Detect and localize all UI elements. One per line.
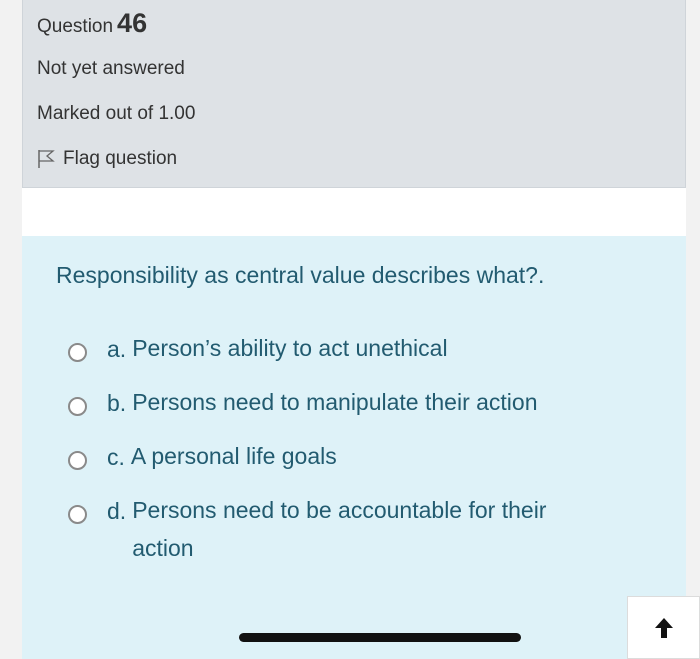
flag-icon — [38, 150, 55, 168]
flag-question-link[interactable]: Flag question — [37, 148, 177, 170]
answer-letter: b. — [107, 390, 127, 416]
answer-option-a[interactable]: a. Person’s ability to act unethical — [68, 335, 668, 367]
question-label: Question — [37, 16, 114, 37]
question-number-value: 46 — [117, 8, 148, 38]
answer-text: Persons need to be accountable for their… — [132, 497, 547, 561]
question-prompt: Responsibility as central value describe… — [56, 262, 545, 288]
answer-letter: c. — [107, 444, 125, 470]
radio-button[interactable] — [68, 397, 87, 416]
flag-question-label: Flag question — [63, 148, 178, 169]
radio-button[interactable] — [68, 505, 87, 524]
answer-text: Person’s ability to act unethical — [132, 335, 448, 361]
answer-text: A personal life goals — [130, 443, 337, 469]
question-state: Not yet answered — [37, 58, 185, 79]
answer-text: Persons need to manipulate their action — [132, 389, 538, 415]
answer-option-b[interactable]: b. Persons need to manipulate their acti… — [68, 389, 668, 421]
answer-letter: d. — [107, 498, 127, 524]
answer-option-c[interactable]: c. A personal life goals — [68, 443, 668, 475]
radio-button[interactable] — [68, 343, 87, 362]
separator — [22, 188, 686, 236]
question-content: Responsibility as central value describe… — [22, 236, 686, 659]
answer-letter: a. — [107, 336, 127, 362]
radio-button[interactable] — [68, 451, 87, 470]
question-grade: Marked out of 1.00 — [37, 103, 196, 124]
arrow-up-icon — [654, 617, 673, 638]
answer-list: a. Person’s ability to act unethical b. … — [68, 335, 668, 590]
answer-option-d[interactable]: d. Persons need to be accountable for th… — [68, 497, 668, 567]
question-info-panel: Question 46 Not yet answered Marked out o… — [22, 0, 686, 188]
home-indicator — [239, 633, 521, 642]
question-number: Question 46 — [37, 8, 147, 39]
scroll-to-top-button[interactable] — [627, 596, 700, 659]
